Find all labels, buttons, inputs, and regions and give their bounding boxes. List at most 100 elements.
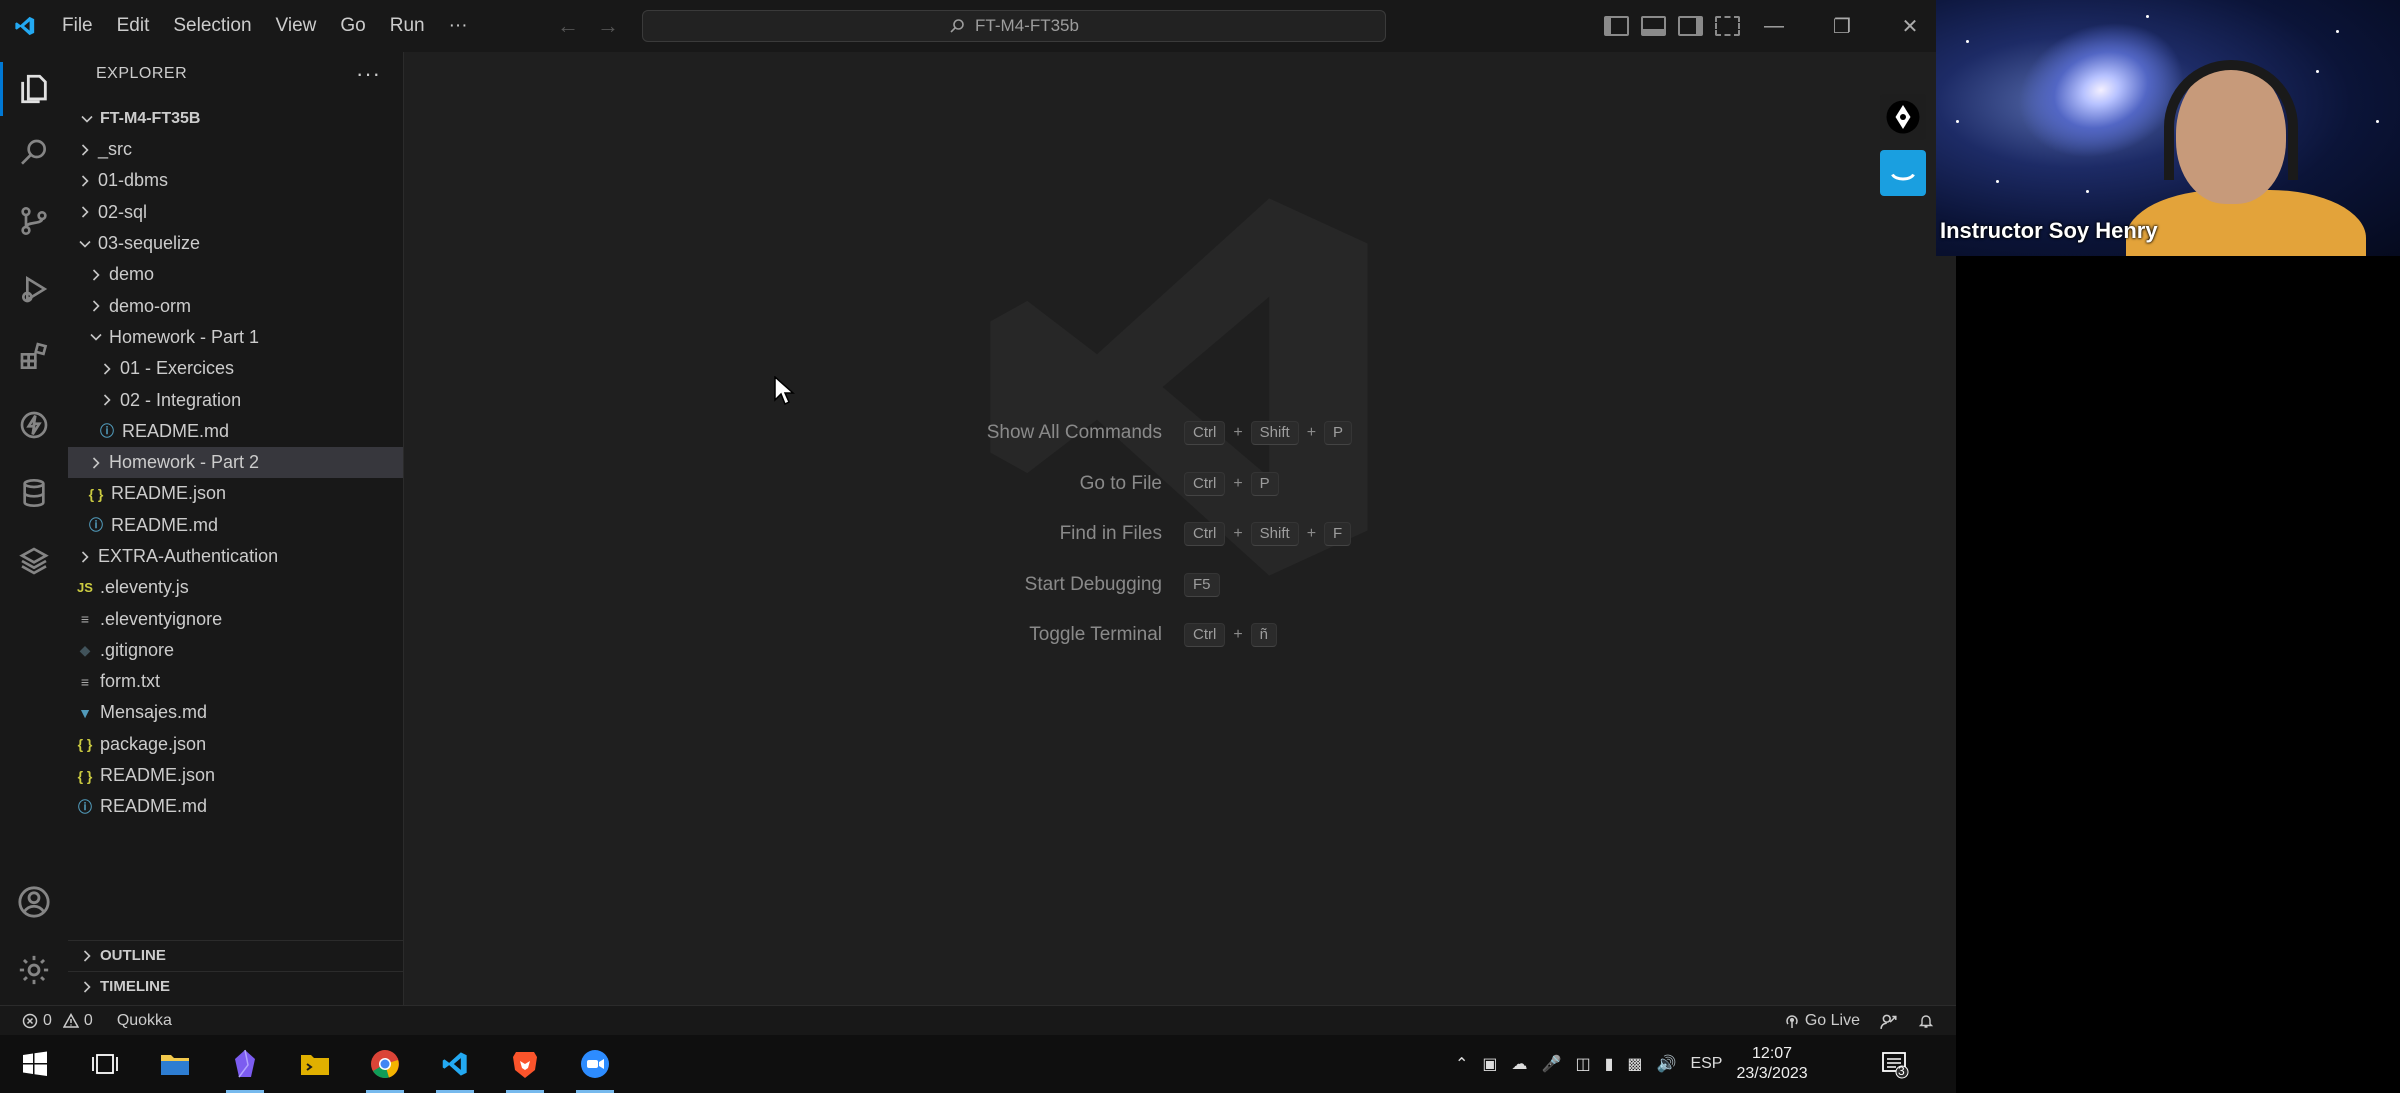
feedback-button[interactable] [1870, 1006, 1908, 1036]
tree-file[interactable]: ≡ form.txt [68, 666, 403, 697]
problems-indicator[interactable]: 0 0 [0, 1006, 103, 1036]
vscode-taskbar-icon[interactable] [420, 1035, 490, 1093]
shortcut-row[interactable]: Find in Files Ctrl + Shift + F [808, 509, 1568, 560]
tree-file[interactable]: ≡ .eleventyignore [68, 603, 403, 634]
tree-file[interactable]: ▼ Mensajes.md [68, 697, 403, 728]
tree-item-label: 01 - Exercices [120, 358, 235, 379]
tree-folder[interactable]: Homework - Part 2 [68, 446, 403, 479]
quokka-status[interactable]: Quokka [103, 1006, 182, 1036]
chrome-icon[interactable] [350, 1035, 420, 1093]
editor-area[interactable]: Show All Commands Ctrl + Shift + P Go to File C… [404, 52, 1956, 1015]
input-language[interactable]: ESP [1690, 1055, 1722, 1073]
shortcut-keys: Ctrl + Shift + F [1184, 522, 1352, 547]
explorer-more-button[interactable]: ··· [356, 61, 381, 87]
tree-file[interactable]: { } package.json [68, 729, 403, 760]
clock-date: 23/3/2023 [1736, 1065, 1808, 1082]
obsidian-icon[interactable] [210, 1035, 280, 1093]
key-plus: + [1306, 525, 1317, 543]
onedrive-icon[interactable]: ☁ [1512, 1054, 1528, 1074]
tree-folder[interactable]: demo [68, 259, 403, 290]
workspace-root[interactable]: FT-M4-FT35B [68, 104, 403, 134]
notification-center-icon[interactable]: 3 [1880, 1049, 1910, 1079]
explorer-header: EXPLORER ··· [68, 52, 403, 96]
toggle-panel-icon[interactable] [1641, 16, 1666, 36]
outline-section[interactable]: OUTLINE [68, 940, 404, 970]
forward-arrow-icon[interactable]: → [595, 13, 621, 39]
shortcut-row[interactable]: Show All Commands Ctrl + Shift + P [808, 408, 1568, 459]
shortcut-row[interactable]: Start Debugging F5 [808, 560, 1568, 611]
broadcast-icon [1786, 1014, 1798, 1028]
tree-file[interactable]: JS .eleventy.js [68, 572, 403, 603]
accounts-icon[interactable] [14, 882, 54, 922]
tree-folder[interactable]: 02 - Integration [68, 384, 403, 415]
tree-file[interactable]: ⓘ README.md [68, 791, 403, 822]
command-center-label: FT-M4-FT35b [975, 16, 1079, 35]
clock[interactable]: 12:07 23/3/2023 [1736, 1044, 1807, 1084]
screen-share-icon[interactable]: ◫ [1575, 1054, 1590, 1074]
restore-icon[interactable]: ❐ [1808, 0, 1876, 52]
shortcut-row[interactable]: Go to File Ctrl + P [808, 459, 1568, 510]
toggle-secondary-sidebar-icon[interactable] [1678, 16, 1703, 36]
zoom-icon[interactable] [560, 1035, 630, 1093]
tree-file[interactable]: ⓘ README.md [68, 416, 403, 447]
menu-run[interactable]: Run [378, 0, 437, 52]
layers-icon[interactable] [14, 541, 54, 581]
tree-file[interactable]: { } README.json [68, 760, 403, 791]
tree-folder[interactable]: Homework - Part 1 [68, 322, 403, 353]
notifications-button[interactable] [1908, 1006, 1956, 1036]
smile-extension-icon[interactable] [1880, 150, 1926, 196]
tree-folder[interactable]: _src [68, 134, 403, 165]
toggle-primary-sidebar-icon[interactable] [1604, 16, 1629, 36]
battery-icon[interactable]: ▮ [1605, 1054, 1614, 1074]
tree-folder[interactable]: 01-dbms [68, 165, 403, 196]
command-center[interactable]: FT-M4-FT35b [642, 10, 1386, 42]
settings-gear-icon[interactable] [14, 950, 54, 990]
source-control-icon[interactable] [14, 201, 54, 241]
search-icon[interactable] [14, 133, 54, 173]
windows-start-icon[interactable] [0, 1035, 70, 1093]
customize-layout-icon[interactable] [1715, 16, 1740, 36]
tree-file[interactable]: { } README.json [68, 478, 403, 509]
extensions-icon[interactable] [14, 337, 54, 377]
keybinding-key: Ctrl [1184, 421, 1226, 446]
shortcut-row[interactable]: Toggle Terminal Ctrl + ñ [808, 610, 1568, 661]
menu-view[interactable]: View [264, 0, 329, 52]
tree-folder[interactable]: 03-sequelize [68, 228, 403, 259]
error-icon [22, 1013, 38, 1028]
menu-go[interactable]: Go [328, 0, 377, 52]
close-icon[interactable]: ✕ [1876, 0, 1944, 52]
tree-folder[interactable]: 01 - Exercices [68, 353, 403, 384]
chevron-down-icon [87, 330, 105, 344]
menu-selection[interactable]: Selection [161, 0, 263, 52]
minimize-icon[interactable]: — [1740, 0, 1808, 52]
database-icon[interactable] [14, 473, 54, 513]
tree-file[interactable]: ◆ .gitignore [68, 635, 403, 666]
chevron-right-icon [76, 205, 94, 219]
chevron-up-icon[interactable]: ⌃ [1455, 1054, 1468, 1074]
run-debug-icon[interactable] [14, 269, 54, 309]
tree-folder[interactable]: demo-orm [68, 290, 403, 321]
network-icon[interactable]: ▩ [1627, 1054, 1642, 1074]
shortcut-label: Toggle Terminal [1029, 624, 1162, 646]
terminal-app-icon[interactable] [280, 1035, 350, 1093]
menu-file[interactable]: File [50, 0, 105, 52]
menu-edit[interactable]: Edit [105, 0, 162, 52]
thunder-client-icon[interactable] [14, 405, 54, 445]
chevron-down-icon [78, 112, 96, 126]
tray-app-icon[interactable]: ▣ [1482, 1054, 1497, 1074]
go-live-button[interactable]: Go Live [1774, 1006, 1870, 1036]
brave-icon[interactable] [490, 1035, 560, 1093]
tree-folder[interactable]: 02-sql [68, 197, 403, 228]
tree-file[interactable]: ⓘ README.md [68, 510, 403, 541]
menu-more[interactable]: ··· [437, 0, 480, 52]
tree-folder[interactable]: EXTRA-Authentication [68, 541, 403, 572]
timeline-section[interactable]: TIMELINE [68, 971, 404, 1001]
file-explorer-icon[interactable] [140, 1035, 210, 1093]
volume-icon[interactable]: 🔊 [1657, 1054, 1677, 1074]
microphone-icon[interactable]: 🎤 [1542, 1054, 1562, 1074]
chevron-right-icon [98, 362, 116, 376]
pen-tool-icon[interactable] [1880, 94, 1926, 140]
back-arrow-icon[interactable]: ← [555, 13, 581, 39]
task-view-icon[interactable] [70, 1035, 140, 1093]
explorer-icon[interactable] [14, 69, 54, 109]
